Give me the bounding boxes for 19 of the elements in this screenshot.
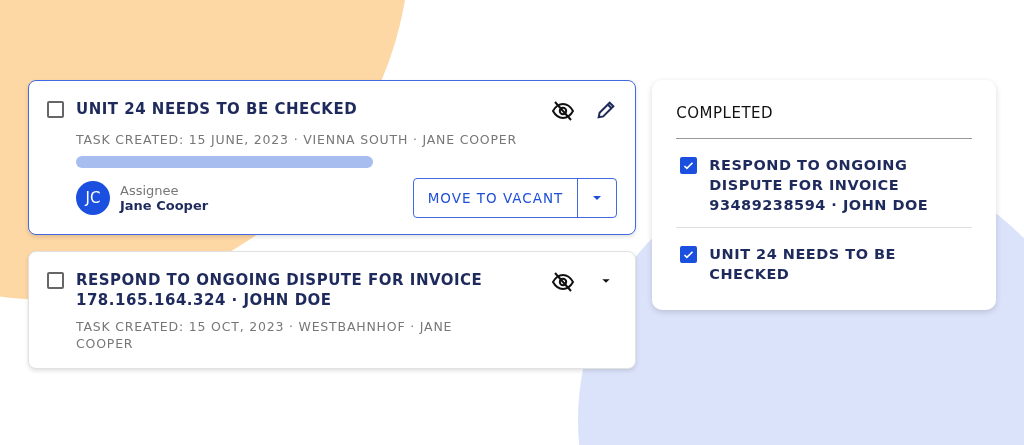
assignee-name: Jane Cooper: [120, 198, 210, 213]
checkbox[interactable]: [680, 157, 698, 174]
checkbox[interactable]: [47, 272, 64, 289]
eye-slash-icon[interactable]: [551, 99, 576, 123]
pencil-icon[interactable]: [595, 99, 618, 121]
completed-task: RESPOND TO ONGOING DISPUTE FOR INVOICE 93489238594 · JOHN DOE: [709, 156, 930, 215]
eye-slash-icon[interactable]: [551, 270, 576, 294]
assignee-label: Assignee: [120, 183, 180, 198]
task-title: UNIT 24 NEEDS TO BE CHECKED: [76, 99, 359, 119]
task-meta: TASK CREATED: 15 OCT, 2023 · WESTBAHNHOF · JANE COOPER: [76, 318, 454, 352]
checkbox[interactable]: [47, 101, 64, 118]
completed-heading: COMPLETED: [676, 104, 972, 139]
task-card[interactable]: UNIT 24 NEEDS TO BE CHECKED TASK CREATED: 15 JUNE, 2023 · VIENNA SOUTH · JANE COOPER JC Assignee Jane Cooper MOVE TO VACANT: [28, 80, 637, 235]
checkbox[interactable]: [680, 246, 698, 263]
task-title: RESPOND TO ONGOING DISPUTE FOR INVOICE 178.165.164.324 · JOHN DOE: [76, 270, 484, 310]
avatar: JC: [76, 181, 110, 215]
task-meta: TASK CREATED: 15 JUNE, 2023 · VIENNA SOUTH · JANE COOPER: [76, 131, 518, 148]
task-card[interactable]: RESPOND TO ONGOING DISPUTE FOR INVOICE 178.165.164.324 · JOHN DOE TASK CREATED: 15 OCT, 2023 · WESTBAHNHOF · JANE COOPER: [28, 251, 637, 369]
completed-task: UNIT 24 NEEDS TO BE CHECKED: [709, 245, 897, 284]
